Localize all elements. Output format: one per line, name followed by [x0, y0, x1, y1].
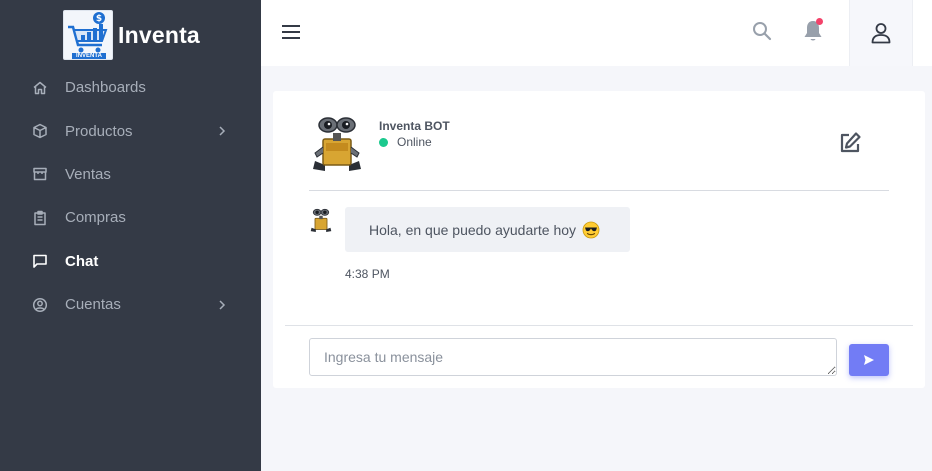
bot-status-label: Online	[397, 135, 432, 149]
sidebar-nav: Dashboards Productos Ventas Compras Chat…	[0, 66, 261, 326]
sidebar-item-cuentas[interactable]: Cuentas	[0, 283, 261, 326]
sidebar-item-dashboards[interactable]: Dashboards	[0, 66, 261, 109]
svg-text:$: $	[96, 14, 102, 24]
sidebar-item-label: Chat	[65, 252, 99, 270]
sunglasses-emoji-icon	[582, 221, 600, 239]
brand-logo: $ INVENTA	[63, 10, 113, 60]
message-input[interactable]	[309, 338, 837, 376]
chevron-right-icon	[219, 300, 226, 310]
send-icon	[864, 355, 874, 365]
bell-icon[interactable]	[801, 18, 825, 44]
sidebar-item-ventas[interactable]: Ventas	[0, 153, 261, 196]
header-divider	[309, 190, 889, 191]
message-timestamp: 4:38 PM	[345, 267, 390, 281]
online-status-dot	[379, 137, 388, 147]
brand-name: Inventa	[118, 21, 200, 48]
message-text: Hola, en que puedo ayudarte hoy	[369, 221, 577, 238]
brand[interactable]: $ INVENTA Inventa	[63, 10, 200, 60]
clipboard-icon	[31, 209, 49, 227]
topbar	[261, 0, 932, 66]
sidebar: $ INVENTA Inventa Dashboards Productos V…	[0, 0, 261, 471]
user-icon	[871, 23, 891, 44]
user-circle-icon	[31, 296, 49, 314]
sidebar-item-label: Compras	[65, 209, 126, 227]
sidebar-item-chat[interactable]: Chat	[0, 240, 261, 283]
message-bot-avatar	[309, 207, 333, 233]
brand-logo-text: INVENTA	[76, 53, 102, 59]
sidebar-item-label: Cuentas	[65, 296, 121, 314]
sidebar-item-label: Ventas	[65, 165, 111, 183]
sidebar-item-label: Productos	[65, 122, 133, 140]
bot-avatar	[309, 113, 365, 173]
sidebar-item-label: Dashboards	[65, 79, 146, 97]
composer-divider	[285, 325, 913, 326]
store-icon	[31, 165, 49, 183]
home-icon	[31, 79, 49, 97]
bot-name: Inventa BOT	[379, 119, 450, 133]
notification-dot	[816, 18, 823, 25]
search-icon[interactable]	[751, 20, 773, 42]
box-icon	[31, 122, 49, 140]
message-bubble: Hola, en que puedo ayudarte hoy	[345, 207, 630, 252]
chevron-right-icon	[219, 126, 226, 136]
chat-card: Inventa BOT Online Hola, en que puedo ay…	[273, 91, 925, 388]
send-button[interactable]	[849, 344, 889, 376]
bot-status: Online	[379, 135, 432, 149]
sidebar-item-productos[interactable]: Productos	[0, 109, 261, 152]
message-square-icon	[31, 252, 49, 270]
hamburger-menu-icon[interactable]	[280, 22, 302, 42]
edit-icon[interactable]	[837, 130, 863, 156]
user-menu-button[interactable]	[849, 0, 913, 66]
sidebar-item-compras[interactable]: Compras	[0, 196, 261, 239]
